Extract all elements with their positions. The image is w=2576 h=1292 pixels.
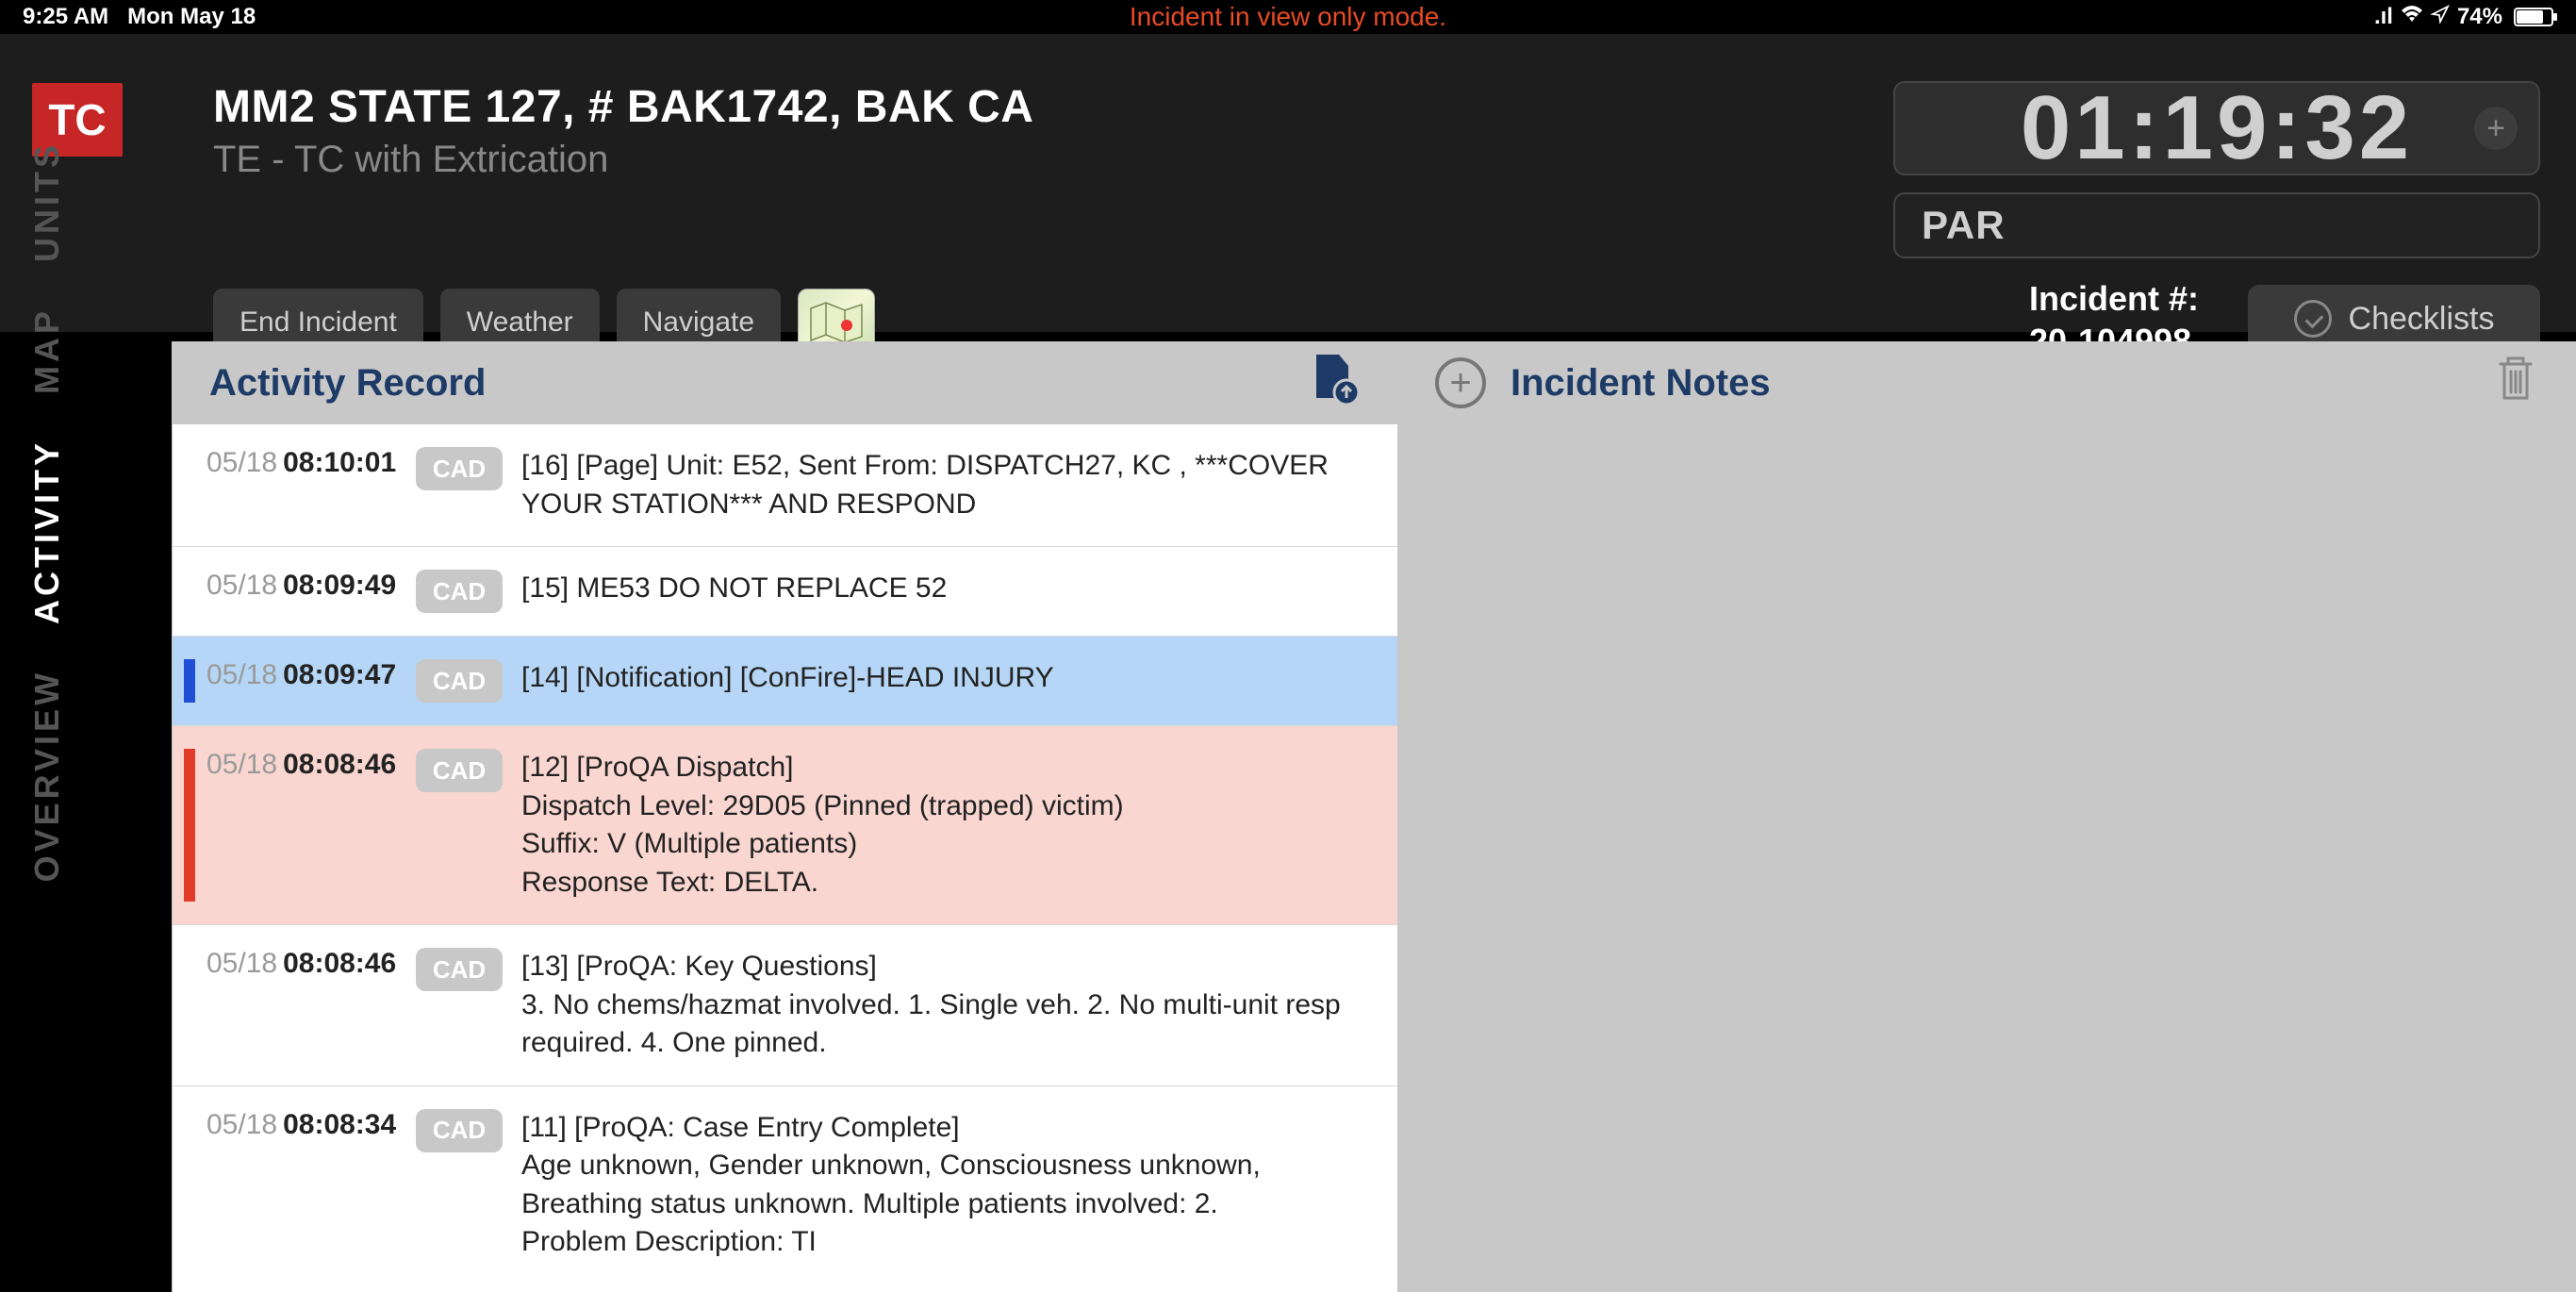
priority-stripe bbox=[184, 749, 195, 902]
signal-icon: .ıl bbox=[2374, 4, 2393, 30]
battery-pct: 74% bbox=[2457, 4, 2502, 30]
timer-add-button[interactable]: + bbox=[2474, 107, 2518, 150]
activity-entry[interactable]: 05/1808:10:01CAD [16] [Page] Unit: E52, S… bbox=[173, 424, 1397, 547]
cad-badge: CAD bbox=[416, 570, 503, 613]
priority-stripe bbox=[184, 948, 195, 1063]
entry-message: [14] [Notification] [ConFire]-HEAD INJUR… bbox=[521, 659, 1371, 698]
priority-stripe bbox=[184, 659, 195, 703]
entry-timestamp: 05/1808:09:49 bbox=[199, 570, 410, 602]
entry-timestamp: 05/1808:09:47 bbox=[199, 659, 410, 691]
content-area: Activity Record 05/1808:10:01CAD[16] [Pa… bbox=[172, 341, 2576, 1292]
cad-badge: CAD bbox=[416, 948, 503, 991]
activity-column: Activity Record 05/1808:10:01CAD[16] [Pa… bbox=[172, 341, 1397, 1292]
activity-list[interactable]: 05/1808:10:01CAD[16] [Page] Unit: E52, S… bbox=[172, 424, 1397, 1292]
cad-badge: CAD bbox=[416, 749, 503, 792]
upload-document-icon[interactable] bbox=[1305, 351, 1360, 415]
notes-header: + Incident Notes bbox=[1397, 341, 2576, 424]
activity-header: Activity Record bbox=[172, 341, 1397, 424]
timer-value: 01:19:32 bbox=[2021, 76, 2413, 180]
par-label: PAR bbox=[1922, 203, 2006, 248]
activity-entry[interactable]: 05/1808:09:47CAD [14] [Notification] [Con… bbox=[173, 637, 1397, 726]
priority-stripe bbox=[184, 1109, 195, 1262]
rail-units[interactable]: UNITS bbox=[27, 132, 67, 272]
incident-number-label: Incident #: bbox=[2029, 277, 2199, 320]
notes-column: + Incident Notes bbox=[1397, 341, 2576, 1292]
priority-stripe bbox=[184, 447, 195, 523]
entry-message: [13] [ProQA: Key Questions] 3. No chems/… bbox=[521, 948, 1371, 1063]
entry-message: [12] [ProQA Dispatch] Dispatch Level: 29… bbox=[521, 749, 1371, 902]
side-rail: UNITS MAP ACTIVITY OVERVIEW bbox=[0, 132, 94, 1132]
activity-title: Activity Record bbox=[209, 362, 486, 405]
cad-badge: CAD bbox=[416, 447, 503, 490]
entry-message: [16] [Page] Unit: E52, Sent From: DISPAT… bbox=[521, 447, 1371, 523]
map-icon bbox=[809, 301, 864, 344]
par-button[interactable]: PAR bbox=[1893, 192, 2540, 258]
rail-map[interactable]: MAP bbox=[27, 298, 67, 404]
location-icon bbox=[2431, 4, 2450, 30]
priority-stripe bbox=[184, 570, 195, 613]
activity-entry[interactable]: 05/1808:08:46CAD [13] [ProQA: Key Questio… bbox=[173, 925, 1397, 1086]
delete-note-button[interactable] bbox=[2493, 353, 2538, 413]
rail-overview[interactable]: OVERVIEW bbox=[27, 660, 67, 891]
status-time: 9:25 AM bbox=[23, 4, 108, 30]
wifi-icon bbox=[2401, 4, 2423, 30]
incident-type: TE - TC with Extrication bbox=[213, 139, 1033, 181]
cad-badge: CAD bbox=[416, 659, 503, 703]
status-date: Mon May 18 bbox=[127, 4, 256, 30]
view-only-banner: Incident in view only mode. bbox=[1130, 2, 1446, 32]
incident-title-block: MM2 STATE 127, # BAK1742, BAK CA TE - TC… bbox=[213, 81, 1033, 181]
entry-timestamp: 05/1808:08:46 bbox=[199, 749, 410, 781]
elapsed-timer[interactable]: 01:19:32 + bbox=[1893, 81, 2540, 175]
entry-message: [15] ME53 DO NOT REPLACE 52 bbox=[521, 570, 1371, 608]
rail-activity[interactable]: ACTIVITY bbox=[27, 430, 67, 634]
notes-title: Incident Notes bbox=[1511, 362, 1771, 405]
activity-entry[interactable]: 05/1808:08:46CAD [12] [ProQA Dispatch] Di… bbox=[173, 726, 1397, 925]
entry-timestamp: 05/1808:10:01 bbox=[199, 447, 410, 479]
header: TC MM2 STATE 127, # BAK1742, BAK CA TE -… bbox=[0, 34, 2576, 332]
status-bar: 9:25 AM Mon May 18 Incident in view only… bbox=[0, 0, 2576, 34]
add-note-button[interactable]: + bbox=[1435, 357, 1486, 408]
incident-address: MM2 STATE 127, # BAK1742, BAK CA bbox=[213, 81, 1033, 133]
battery-icon bbox=[2514, 8, 2553, 26]
check-circle-icon bbox=[2294, 300, 2332, 338]
entry-timestamp: 05/1808:08:34 bbox=[199, 1109, 410, 1141]
checklists-label: Checklists bbox=[2349, 301, 2495, 338]
activity-entry[interactable]: 05/1808:09:49CAD [15] ME53 DO NOT REPLACE… bbox=[173, 547, 1397, 637]
activity-entry[interactable]: 05/1808:08:34CAD [11] [ProQA: Case Entry … bbox=[173, 1086, 1397, 1284]
cad-badge: CAD bbox=[416, 1109, 503, 1152]
entry-timestamp: 05/1808:08:46 bbox=[199, 948, 410, 980]
entry-message: [11] [ProQA: Case Entry Complete] Age un… bbox=[521, 1109, 1371, 1262]
